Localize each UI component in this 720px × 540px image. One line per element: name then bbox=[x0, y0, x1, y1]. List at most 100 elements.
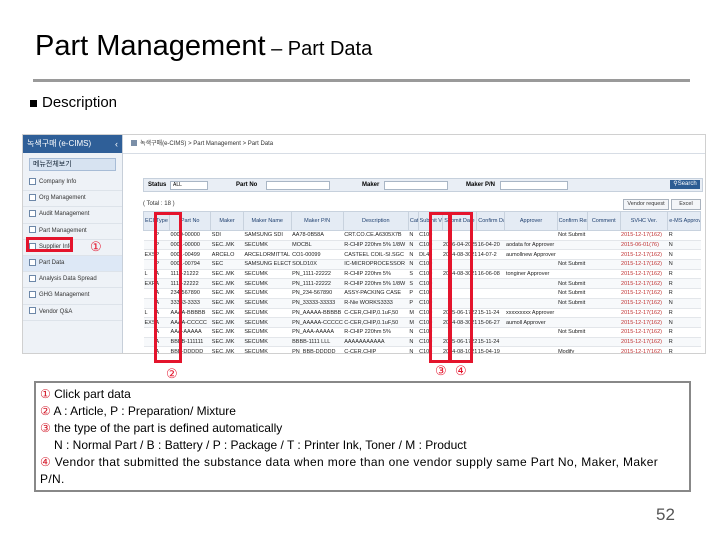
table-cell: SECUMK bbox=[243, 278, 292, 290]
table-cell: SEC..MK bbox=[210, 298, 244, 309]
table-cell bbox=[587, 317, 621, 328]
table-cell: SEC..MK bbox=[210, 288, 244, 299]
table-cell: PN_AAAAA-CCCCC bbox=[291, 317, 344, 328]
table-cell bbox=[587, 327, 621, 338]
table-cell: 2015-12-17(162) bbox=[620, 337, 668, 348]
table-cell: 2015-12-17(162) bbox=[620, 278, 668, 290]
table-cell bbox=[504, 288, 558, 299]
table-cell bbox=[476, 288, 505, 299]
marker-4: ④ bbox=[455, 363, 467, 378]
table-cell bbox=[476, 298, 505, 309]
breadcrumb-text: 녹색구매(e-CIMS) > Part Management > Part Da… bbox=[140, 141, 274, 147]
table-row[interactable]: A 234-567890 SEC..MK SECUMK PN_234-567890 ASS… bbox=[143, 288, 701, 299]
column-header[interactable]: e-MS Approver bbox=[667, 211, 701, 231]
column-header[interactable]: Approver bbox=[504, 211, 558, 231]
note-3: ③ the type of the part is defined automa… bbox=[40, 421, 283, 435]
table-cell bbox=[557, 337, 588, 348]
table-row[interactable]: A BBB-DDDDD SEC..MK SECUMK PN_BBB-DDDDD C-CER… bbox=[143, 346, 701, 353]
app-screenshot: 녹색구매 (e-CIMS) ‹ 메뉴전체보기 Company Info Org Ma… bbox=[22, 134, 706, 354]
table-row[interactable]: P 0001-00794 SEC SAMSUNG ELECT SOLD10X IC-MIC… bbox=[143, 259, 701, 270]
sidebar-item-analysis-data-spread[interactable]: Analysis Data Spread bbox=[23, 272, 122, 289]
table-cell: L bbox=[143, 308, 155, 319]
table-cell: Not Submit bbox=[557, 230, 588, 241]
table-cell bbox=[504, 259, 558, 270]
makerpn-label: Maker P/N bbox=[466, 182, 496, 188]
marker-3: ③ bbox=[435, 363, 447, 378]
table-cell: ARCELO bbox=[210, 249, 244, 261]
column-header[interactable]: ECI bbox=[143, 211, 155, 231]
table-cell: SECUMK bbox=[243, 240, 292, 251]
table-cell: SAMSUNG SDI bbox=[243, 230, 292, 241]
table-cell: SECUMK bbox=[243, 288, 292, 299]
table-cell: N bbox=[667, 298, 701, 309]
brand-label: 녹색구매 (e-CIMS) bbox=[27, 139, 92, 148]
table-cell: SEC bbox=[210, 259, 244, 270]
column-header[interactable]: Maker P/N bbox=[290, 211, 344, 231]
table-cell: aumollnew Approver bbox=[504, 249, 558, 261]
table-cell: SEC..MK bbox=[210, 269, 244, 280]
table-cell: PN_1111-22222 bbox=[291, 269, 344, 280]
title-sub: – Part Data bbox=[265, 38, 373, 60]
table-row[interactable]: P 0001-00000 SEC..MK SECUMK MOCBL R-CHIP 220h… bbox=[143, 240, 701, 251]
table-cell bbox=[587, 278, 621, 290]
home-icon[interactable] bbox=[131, 140, 137, 147]
part-data-table: ECI Type Part No Maker Maker Name Maker P/N De… bbox=[143, 211, 701, 353]
title-divider bbox=[33, 79, 690, 82]
sidebar-item-part-data[interactable]: Part Data bbox=[23, 255, 122, 273]
table-row[interactable]: A BBBB-111111 SEC..MK SECUMK BBBB-1111 LLL AA… bbox=[143, 337, 701, 348]
table-row[interactable]: EXSAAAAA-CCCCCSEC..MKSECUMKPN_AAAAA-CCCC… bbox=[143, 317, 701, 328]
column-header[interactable]: SVHC Ver. bbox=[619, 211, 669, 231]
table-row[interactable]: P 0000-00000 SDI SAMSUNG SDI AA78-0B58A CRT.C… bbox=[143, 230, 701, 241]
table-row[interactable]: A 33333-3333 SEC..MK SECUMK PN_33333-33333 R-… bbox=[143, 298, 701, 309]
table-cell: 2015-12-17(162) bbox=[620, 259, 668, 270]
table-row[interactable]: EXSP0001-00499ARCELOARCELORMITTALCO1-000… bbox=[143, 249, 701, 261]
page-number: 52 bbox=[656, 505, 675, 524]
collapse-icon[interactable]: ‹ bbox=[115, 135, 118, 153]
table-cell bbox=[557, 249, 588, 261]
search-label: Search bbox=[677, 181, 697, 187]
table-row[interactable]: L A AAAA-BBBBB SEC..MK SECUMK PN_AAAAA-BBBBB C… bbox=[143, 308, 701, 319]
table-row[interactable]: L A 1111-21222 SEC..MK SECUMK PN_1111-22222 R-… bbox=[143, 269, 701, 280]
column-header[interactable]: Cat bbox=[407, 211, 419, 231]
table-cell bbox=[557, 240, 588, 251]
column-header[interactable]: Maker bbox=[210, 211, 244, 231]
table-cell: 2015-12-17(162) bbox=[620, 288, 668, 299]
table-cell: PN_AAA-AAAAA bbox=[291, 327, 344, 338]
marker-2: ② bbox=[166, 366, 178, 381]
table-cell: SEC..MK bbox=[210, 327, 244, 338]
maker-input[interactable] bbox=[384, 181, 448, 190]
column-header[interactable]: Confirm Result bbox=[556, 211, 588, 231]
column-header[interactable]: Confirm Date bbox=[476, 211, 506, 231]
table-cell: SECUMK bbox=[243, 346, 292, 353]
table-cell bbox=[587, 269, 621, 280]
column-header[interactable]: Comment bbox=[586, 211, 621, 231]
sidebar-item-vendor-q-a[interactable]: Vendor Q&A bbox=[23, 305, 122, 321]
column-header[interactable]: Description bbox=[342, 211, 409, 231]
sidebar-item-company-info[interactable]: Company Info bbox=[23, 175, 122, 192]
sidebar-item-ghg-management[interactable]: GHG Management bbox=[23, 288, 122, 305]
filter-bar: Status ALL Part No Maker Maker P/N ⚲Sear… bbox=[143, 178, 703, 192]
excel-button[interactable]: Excel bbox=[671, 199, 701, 210]
sidebar-item-org-management[interactable]: Org Management bbox=[23, 191, 122, 208]
table-cell: 16-06-08 bbox=[476, 269, 505, 280]
status-select[interactable]: ALL bbox=[170, 181, 208, 190]
makerpn-input[interactable] bbox=[500, 181, 568, 190]
all-menu-button[interactable]: 메뉴전체보기 bbox=[29, 158, 116, 171]
table-cell: CASTEEL COIL-SI.SGC bbox=[343, 249, 409, 261]
title-main: Part Management bbox=[35, 30, 266, 62]
column-header[interactable]: Maker Name bbox=[242, 211, 292, 231]
table-cell: 2015-12-17(162) bbox=[620, 269, 668, 280]
table-cell: PN_234-567890 bbox=[291, 288, 344, 299]
search-button[interactable]: ⚲Search bbox=[670, 180, 700, 189]
sidebar-item-audit-management[interactable]: Audit Management bbox=[23, 207, 122, 224]
table-row[interactable]: EXRA1111-22222SEC..MKSECUMKPN_1111-22222… bbox=[143, 278, 701, 290]
table-header: ECI Type Part No Maker Maker Name Maker P/N De… bbox=[143, 211, 701, 231]
vendor-request-button[interactable]: Vendor request bbox=[623, 199, 669, 210]
table-row[interactable]: A AAA-AAAAA SEC..MK SECUMK PN_AAA-AAAAA R-CHI… bbox=[143, 327, 701, 338]
table-cell: 15-06-27 bbox=[476, 317, 505, 328]
partno-input[interactable] bbox=[266, 181, 330, 190]
table-cell bbox=[143, 230, 155, 241]
table-cell: SECUMK bbox=[243, 269, 292, 280]
table-cell: R bbox=[667, 288, 701, 299]
table-cell bbox=[557, 317, 588, 328]
